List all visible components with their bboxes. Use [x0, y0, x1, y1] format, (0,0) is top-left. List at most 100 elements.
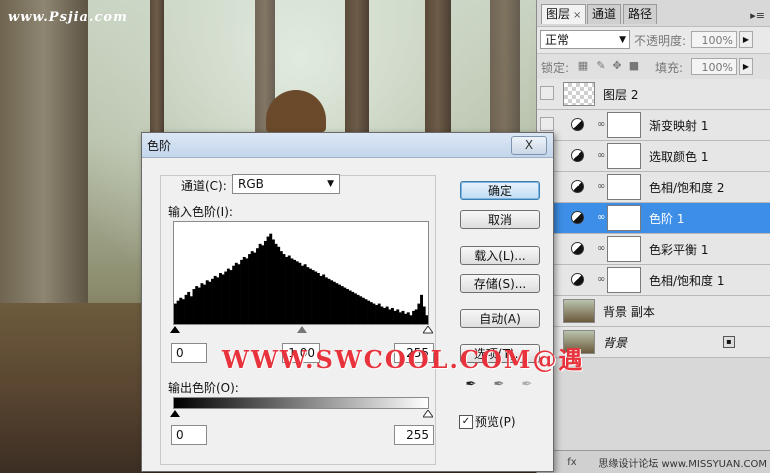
input-black-field[interactable]: 0	[171, 343, 207, 363]
histogram-bar	[282, 254, 286, 324]
visibility-toggle-icon[interactable]	[540, 117, 554, 131]
link-chain-icon: ∞	[597, 274, 606, 285]
histogram-bar	[409, 315, 413, 324]
histogram-bar	[179, 297, 183, 324]
output-black-field[interactable]: 0	[171, 425, 207, 445]
histogram-bar	[369, 302, 373, 324]
opacity-arrow-icon[interactable]: ▶	[739, 31, 753, 48]
gray-eyedropper-icon[interactable]: ✒	[492, 377, 506, 395]
visibility-toggle-icon[interactable]	[540, 86, 554, 100]
lock-pixels-icon[interactable]: ✎	[595, 60, 607, 72]
histogram-bar	[348, 290, 352, 324]
layer-mask-thumbnail	[607, 174, 641, 200]
layer-row[interactable]: ∞ 色相/饱和度 2	[537, 172, 770, 203]
output-white-handle[interactable]	[423, 410, 433, 418]
output-white-field[interactable]: 255	[394, 425, 434, 445]
gamma-handle[interactable]	[297, 326, 307, 333]
layer-mask-thumbnail	[607, 236, 641, 262]
layer-thumbnail	[563, 82, 595, 106]
channel-select[interactable]: RGB ▼	[232, 174, 340, 194]
adjustment-layer-icon	[571, 273, 584, 286]
link-chain-icon: ∞	[597, 181, 606, 192]
fill-input[interactable]: 100%	[691, 58, 737, 75]
tab-layers[interactable]: 图层 ×	[541, 4, 587, 24]
load-button[interactable]: 载入(L)...	[460, 246, 540, 265]
white-point-handle[interactable]	[423, 326, 433, 334]
layer-row[interactable]: ∞ 色彩平衡 1	[537, 234, 770, 265]
input-slider[interactable]	[170, 325, 433, 337]
histogram-bar	[189, 296, 193, 324]
layer-name: 选取颜色 1	[649, 150, 709, 164]
histogram-bar	[343, 287, 347, 324]
histogram-bar	[324, 277, 328, 324]
histogram-bar	[422, 306, 426, 324]
layer-mask-thumbnail	[607, 205, 641, 231]
layer-name: 背景	[603, 336, 628, 350]
layer-row[interactable]: ∞ 渐变映射 1	[537, 110, 770, 141]
auto-button[interactable]: 自动(A)	[460, 309, 540, 328]
histogram-bar	[353, 293, 357, 324]
tab-paths[interactable]: 路径	[623, 4, 658, 24]
watermark-center: WWW.SWCOOL.COM@遇	[222, 345, 585, 374]
chevron-down-icon: ▼	[327, 179, 334, 189]
layer-row[interactable]: ∞ 选取颜色 1	[537, 141, 770, 172]
histogram-bar	[293, 259, 297, 324]
layer-name: 色阶 1	[649, 212, 685, 226]
black-point-handle[interactable]	[170, 326, 180, 333]
lock-position-icon[interactable]: ✥	[611, 60, 623, 72]
histogram-bar	[211, 278, 214, 324]
blend-mode-select[interactable]: 正常 ▼	[540, 30, 630, 49]
white-eyedropper-icon[interactable]: ✒	[520, 377, 534, 395]
dialog-titlebar[interactable]: 色阶 X	[142, 133, 553, 158]
preview-label: 预览(P)	[475, 415, 516, 429]
opacity-input[interactable]: 100%	[691, 31, 737, 48]
ok-button[interactable]: 确定	[460, 181, 540, 200]
output-black-handle[interactable]	[170, 410, 180, 417]
link-chain-icon: ∞	[597, 119, 606, 130]
black-eyedropper-icon[interactable]: ✒	[464, 377, 478, 395]
histogram-bar	[234, 262, 238, 324]
histogram-bar	[174, 303, 177, 324]
close-icon[interactable]: X	[511, 136, 547, 155]
layer-mask-thumbnail	[607, 143, 641, 169]
layer-name: 渐变映射 1	[649, 119, 709, 133]
histogram-bar	[240, 259, 244, 324]
tab-channels[interactable]: 通道	[587, 4, 622, 24]
output-slider[interactable]	[170, 409, 433, 421]
save-button[interactable]: 存储(S)...	[460, 274, 540, 293]
fill-label: 填充:	[655, 61, 684, 75]
histogram-bar	[338, 284, 341, 324]
layer-row-selected[interactable]: ∞ 色阶 1	[537, 203, 770, 234]
histogram-bar	[340, 286, 344, 324]
adjustment-layer-icon	[571, 242, 584, 255]
histogram-bar	[398, 312, 402, 324]
fill-arrow-icon[interactable]: ▶	[739, 58, 753, 75]
layer-row[interactable]: 图层 2	[537, 79, 770, 110]
histogram-bar	[274, 243, 278, 324]
tab-close-icon[interactable]: ×	[573, 10, 581, 21]
histogram-bar	[258, 243, 262, 324]
lock-row: 锁定: ▦ ✎ ✥ ■ 填充: 100% ▶	[537, 53, 770, 80]
adjustment-layer-icon	[571, 149, 584, 162]
layer-style-icon[interactable]: fx	[565, 457, 579, 468]
layer-name: 色相/饱和度 2	[649, 181, 725, 195]
layer-name: 背景 副本	[603, 305, 655, 319]
histogram-bar	[298, 262, 302, 324]
histogram-bar	[195, 286, 199, 324]
layer-row[interactable]: ∞ 色相/饱和度 1	[537, 265, 770, 296]
histogram-bar	[218, 273, 222, 324]
output-levels-label: 输出色阶(O):	[168, 381, 239, 395]
cancel-button[interactable]: 取消	[460, 210, 540, 229]
layer-list: 图层 2 ∞ 渐变映射 1 ∞ 选取颜色 1 ∞ 色相/饱和度 2 ∞ 色阶 1…	[537, 79, 770, 358]
histogram-bar	[335, 283, 339, 324]
histogram-bar	[367, 300, 371, 324]
layer-row[interactable]: 背景 副本	[537, 296, 770, 327]
preview-checkbox[interactable]: ✓	[459, 415, 473, 429]
histogram-chart	[174, 233, 429, 324]
histogram-bar	[224, 271, 228, 324]
lock-all-icon[interactable]: ■	[628, 60, 640, 72]
panel-menu-icon[interactable]: ▸≡	[750, 9, 765, 22]
histogram-bar	[404, 313, 408, 324]
lock-transparency-icon[interactable]: ▦	[577, 60, 589, 72]
chevron-down-icon: ▼	[619, 35, 626, 45]
